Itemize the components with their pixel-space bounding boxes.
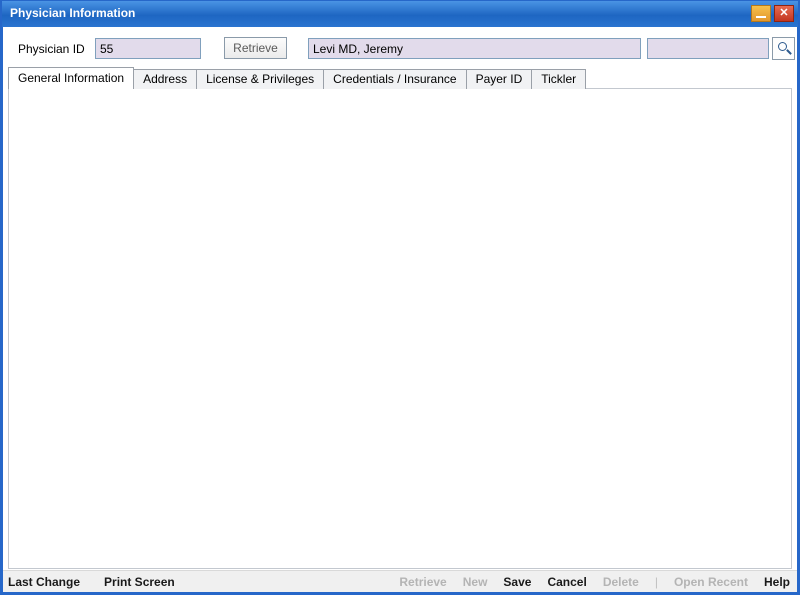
minimize-icon — [756, 16, 766, 18]
close-button[interactable]: ✕ — [774, 5, 794, 22]
statusbar-cancel-button[interactable]: Cancel — [547, 575, 586, 589]
tab-credentials-insurance[interactable]: Credentials / Insurance — [323, 69, 466, 89]
tab-license-privileges[interactable]: License & Privileges — [196, 69, 324, 89]
statusbar-separator: | — [655, 575, 658, 589]
search-icon-handle — [786, 49, 792, 55]
search-button[interactable] — [772, 37, 795, 60]
statusbar-new-button[interactable]: New — [463, 575, 488, 589]
statusbar-right: Retrieve New Save Cancel Delete | Open R… — [399, 575, 790, 589]
window-title: Physician Information — [10, 6, 135, 20]
secondary-display-field — [647, 38, 769, 59]
physician-name-field — [308, 38, 641, 59]
statusbar-left: Last Change Print Screen — [8, 575, 175, 589]
statusbar-retrieve-button[interactable]: Retrieve — [399, 575, 446, 589]
print-screen-button[interactable]: Print Screen — [104, 575, 175, 589]
statusbar-open-recent-button[interactable]: Open Recent — [674, 575, 748, 589]
physician-information-window: Physician Information ✕ Physician ID Ret… — [0, 0, 800, 595]
tab-strip: General Information Address License & Pr… — [8, 67, 586, 89]
tab-panel — [8, 88, 792, 569]
statusbar-save-button[interactable]: Save — [503, 575, 531, 589]
last-change-button[interactable]: Last Change — [8, 575, 80, 589]
physician-id-label: Physician ID — [18, 42, 85, 56]
statusbar-help-button[interactable]: Help — [764, 575, 790, 589]
physician-id-field[interactable] — [95, 38, 201, 59]
tab-general-information[interactable]: General Information — [8, 67, 134, 89]
tab-address[interactable]: Address — [133, 69, 197, 89]
retrieve-button[interactable]: Retrieve — [224, 37, 287, 59]
statusbar-delete-button[interactable]: Delete — [603, 575, 639, 589]
close-icon: ✕ — [779, 7, 788, 19]
minimize-button[interactable] — [751, 5, 771, 22]
tab-tickler[interactable]: Tickler — [531, 69, 586, 89]
tab-payer-id[interactable]: Payer ID — [466, 69, 533, 89]
